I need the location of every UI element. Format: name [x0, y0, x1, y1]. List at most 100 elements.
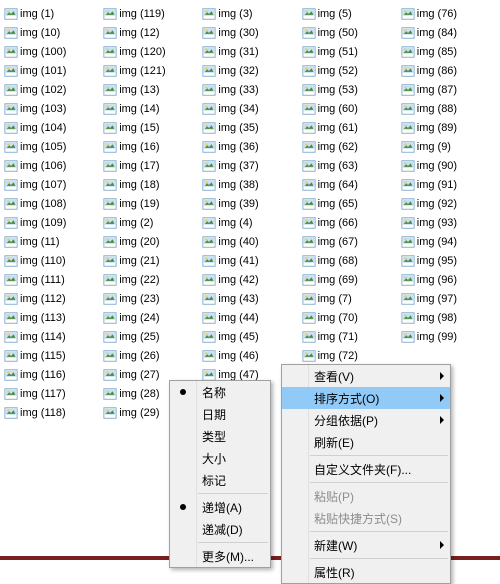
sort-date[interactable]: 日期	[170, 403, 270, 425]
file-item[interactable]: img (115)	[2, 346, 101, 365]
file-item[interactable]: img (66)	[300, 213, 399, 232]
file-item[interactable]: img (20)	[101, 232, 200, 251]
menu-customize-folder[interactable]: 自定义文件夹(F)...	[282, 458, 450, 480]
file-item[interactable]: img (36)	[200, 137, 299, 156]
file-item[interactable]: img (94)	[399, 232, 498, 251]
file-item[interactable]: img (61)	[300, 118, 399, 137]
menu-group[interactable]: 分组依据(P)	[282, 409, 450, 431]
file-item[interactable]: img (105)	[2, 137, 101, 156]
file-item[interactable]: img (2)	[101, 213, 200, 232]
file-item[interactable]: img (5)	[300, 4, 399, 23]
file-item[interactable]: img (62)	[300, 137, 399, 156]
file-item[interactable]: img (10)	[2, 23, 101, 42]
file-item[interactable]: img (25)	[101, 327, 200, 346]
file-item[interactable]: img (64)	[300, 175, 399, 194]
file-item[interactable]: img (119)	[101, 4, 200, 23]
file-item[interactable]: img (17)	[101, 156, 200, 175]
file-item[interactable]: img (72)	[300, 346, 399, 365]
file-item[interactable]: img (70)	[300, 308, 399, 327]
sort-descending[interactable]: 递减(D)	[170, 518, 270, 540]
file-item[interactable]: img (97)	[399, 289, 498, 308]
file-item[interactable]: img (90)	[399, 156, 498, 175]
file-item[interactable]: img (26)	[101, 346, 200, 365]
file-item[interactable]: img (85)	[399, 42, 498, 61]
file-item[interactable]: img (37)	[200, 156, 299, 175]
file-item[interactable]: img (23)	[101, 289, 200, 308]
file-item[interactable]: img (101)	[2, 61, 101, 80]
file-item[interactable]: img (121)	[101, 61, 200, 80]
file-item[interactable]: img (15)	[101, 118, 200, 137]
sort-tags[interactable]: 标记	[170, 469, 270, 491]
file-item[interactable]: img (86)	[399, 61, 498, 80]
file-item[interactable]: img (95)	[399, 251, 498, 270]
file-item[interactable]: img (51)	[300, 42, 399, 61]
file-item[interactable]: img (104)	[2, 118, 101, 137]
file-item[interactable]: img (46)	[200, 346, 299, 365]
file-item[interactable]: img (91)	[399, 175, 498, 194]
file-item[interactable]: img (4)	[200, 213, 299, 232]
file-item[interactable]: img (32)	[200, 61, 299, 80]
sort-type[interactable]: 类型	[170, 425, 270, 447]
file-item[interactable]: img (69)	[300, 270, 399, 289]
file-item[interactable]: img (117)	[2, 384, 101, 403]
file-item[interactable]: img (84)	[399, 23, 498, 42]
file-item[interactable]: img (9)	[399, 137, 498, 156]
file-item[interactable]: img (53)	[300, 80, 399, 99]
file-item[interactable]: img (92)	[399, 194, 498, 213]
file-item[interactable]: img (30)	[200, 23, 299, 42]
file-item[interactable]: img (98)	[399, 308, 498, 327]
menu-new[interactable]: 新建(W)	[282, 534, 450, 556]
file-item[interactable]: img (39)	[200, 194, 299, 213]
file-item[interactable]: img (67)	[300, 232, 399, 251]
file-item[interactable]: img (44)	[200, 308, 299, 327]
file-item[interactable]: img (71)	[300, 327, 399, 346]
file-item[interactable]: img (116)	[2, 365, 101, 384]
file-item[interactable]: img (22)	[101, 270, 200, 289]
file-item[interactable]: img (7)	[300, 289, 399, 308]
file-item[interactable]: img (42)	[200, 270, 299, 289]
menu-sort[interactable]: 排序方式(O)	[282, 387, 450, 409]
file-item[interactable]: img (118)	[2, 403, 101, 422]
file-item[interactable]: img (16)	[101, 137, 200, 156]
file-item[interactable]: img (100)	[2, 42, 101, 61]
file-item[interactable]: img (113)	[2, 308, 101, 327]
file-item[interactable]: img (110)	[2, 251, 101, 270]
file-item[interactable]: img (33)	[200, 80, 299, 99]
file-item[interactable]: img (65)	[300, 194, 399, 213]
sort-name[interactable]: 名称	[170, 381, 270, 403]
file-item[interactable]: img (99)	[399, 327, 498, 346]
file-item[interactable]: img (112)	[2, 289, 101, 308]
file-item[interactable]: img (41)	[200, 251, 299, 270]
file-item[interactable]: img (76)	[399, 4, 498, 23]
file-item[interactable]: img (1)	[2, 4, 101, 23]
file-item[interactable]: img (102)	[2, 80, 101, 99]
file-item[interactable]: img (34)	[200, 99, 299, 118]
file-item[interactable]: img (60)	[300, 99, 399, 118]
sort-ascending[interactable]: 递增(A)	[170, 496, 270, 518]
file-item[interactable]: img (114)	[2, 327, 101, 346]
file-item[interactable]: img (3)	[200, 4, 299, 23]
file-item[interactable]: img (108)	[2, 194, 101, 213]
file-item[interactable]: img (106)	[2, 156, 101, 175]
menu-refresh[interactable]: 刷新(E)	[282, 431, 450, 453]
file-item[interactable]: img (109)	[2, 213, 101, 232]
file-item[interactable]: img (11)	[2, 232, 101, 251]
file-item[interactable]: img (19)	[101, 194, 200, 213]
file-item[interactable]: img (40)	[200, 232, 299, 251]
file-item[interactable]: img (18)	[101, 175, 200, 194]
file-item[interactable]: img (35)	[200, 118, 299, 137]
file-item[interactable]: img (43)	[200, 289, 299, 308]
file-item[interactable]: img (21)	[101, 251, 200, 270]
file-item[interactable]: img (103)	[2, 99, 101, 118]
file-item[interactable]: img (50)	[300, 23, 399, 42]
file-item[interactable]: img (45)	[200, 327, 299, 346]
file-item[interactable]: img (14)	[101, 99, 200, 118]
file-item[interactable]: img (111)	[2, 270, 101, 289]
file-item[interactable]: img (88)	[399, 99, 498, 118]
file-item[interactable]: img (38)	[200, 175, 299, 194]
file-item[interactable]: img (63)	[300, 156, 399, 175]
file-item[interactable]: img (96)	[399, 270, 498, 289]
file-item[interactable]: img (120)	[101, 42, 200, 61]
sort-size[interactable]: 大小	[170, 447, 270, 469]
file-item[interactable]: img (31)	[200, 42, 299, 61]
